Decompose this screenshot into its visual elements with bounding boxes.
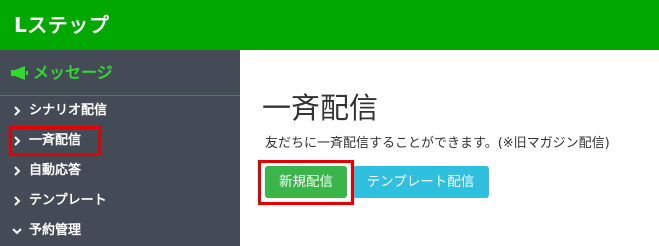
page-description: 友だちに一斉配信することができます。(※旧マガジン配信)	[265, 136, 610, 151]
chevron-right-icon	[14, 166, 21, 176]
template-broadcast-button[interactable]: テンプレート配信	[352, 166, 489, 198]
sidebar-item-template[interactable]: テンプレート	[0, 186, 240, 216]
chevron-right-icon	[14, 196, 21, 206]
sidebar-item-label: 予約管理	[29, 223, 82, 238]
sidebar-item-reservation[interactable]: 予約管理	[0, 216, 240, 246]
top-header-bar: Lステップ	[0, 0, 659, 50]
chevron-right-icon	[14, 106, 21, 116]
page-title: 一斉配信	[262, 91, 379, 125]
highlight-box-sidebar	[9, 126, 101, 156]
chevron-down-icon	[12, 228, 22, 235]
sidebar-item-label: シナリオ配信	[29, 103, 108, 118]
sidebar-item-scenario[interactable]: シナリオ配信	[0, 96, 240, 126]
sidebar-section-label: メッセージ	[33, 63, 113, 82]
highlight-box-new-button	[258, 160, 354, 205]
sidebar-section-messages[interactable]: メッセージ	[0, 50, 240, 96]
sidebar-item-label: テンプレート	[29, 193, 107, 208]
megaphone-icon	[11, 66, 28, 80]
sidebar-item-label: 自動応答	[29, 163, 82, 178]
sidebar-item-auto-reply[interactable]: 自動応答	[0, 156, 240, 186]
app-logo-title[interactable]: Lステップ	[14, 10, 109, 40]
